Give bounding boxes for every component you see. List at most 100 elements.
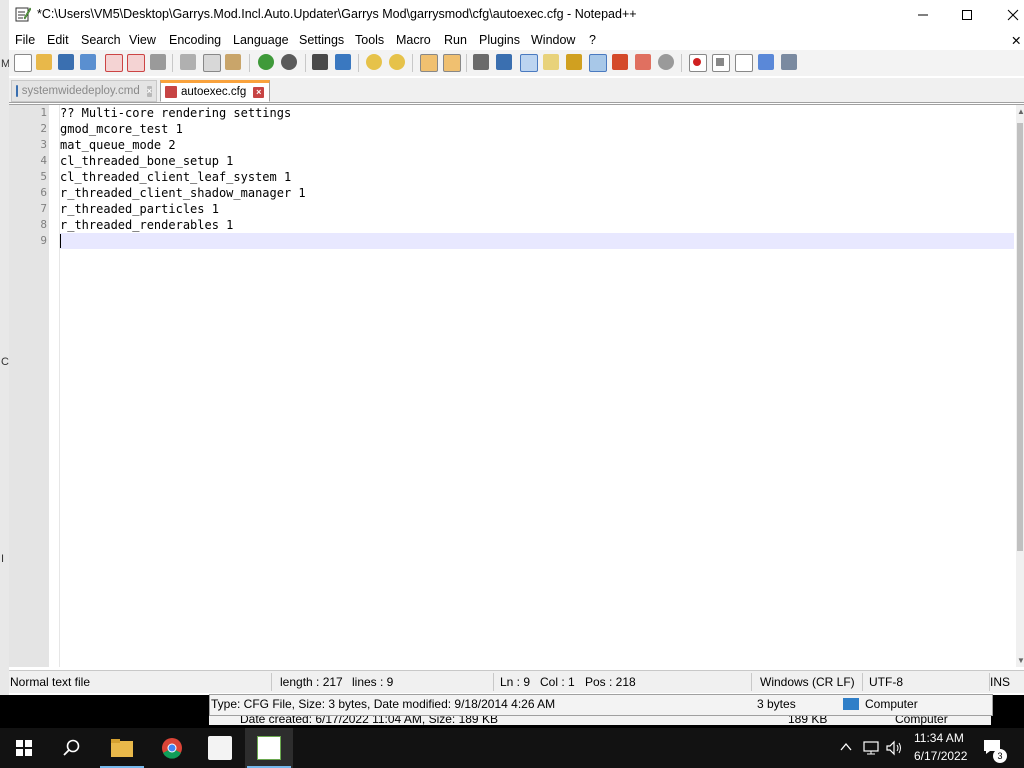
code-line[interactable]: mat_queue_mode 2 [60,137,1014,153]
menu-help[interactable]: ? [589,33,596,47]
run-macro-multiple-icon[interactable] [758,54,774,70]
zoom-out-icon[interactable] [389,54,405,70]
minimize-icon [918,14,928,16]
replace-icon[interactable] [335,54,351,70]
sync-vertical-icon[interactable] [420,54,438,72]
start-button[interactable] [0,728,48,768]
network-icon[interactable] [863,740,881,756]
maximize-icon [962,10,972,20]
print-icon[interactable] [150,54,166,70]
save-icon[interactable] [58,54,74,70]
menu-tools[interactable]: Tools [355,33,384,47]
menu-plugins[interactable]: Plugins [479,33,520,47]
computer-icon [843,698,859,710]
close-all-icon[interactable] [127,54,145,72]
find-icon[interactable] [312,54,328,70]
copy-icon[interactable] [203,54,221,72]
editor-area[interactable]: 1 2 3 4 5 6 7 8 9 ?? Multi-core renderin… [9,104,1024,667]
monitoring-icon[interactable] [658,54,674,70]
desktop-glyph: C [1,356,9,368]
line-number: 8 [40,218,47,231]
menu-search[interactable]: Search [81,33,121,47]
tab-label: autoexec.cfg [181,86,247,98]
file-explorer-icon [111,739,133,757]
scroll-up-icon[interactable]: ▲ [1017,107,1024,116]
menu-view[interactable]: View [129,33,156,47]
menu-macro[interactable]: Macro [396,33,431,47]
status-insert-mode: INS [990,675,1011,689]
tab-autoexec[interactable]: autoexec.cfg × [160,80,270,102]
code-line[interactable]: r_threaded_renderables 1 [60,217,1014,233]
stop-macro-icon[interactable] [712,54,730,72]
redo-icon[interactable] [281,54,297,70]
status-col: Col : 1 [540,675,575,689]
close-icon[interactable] [105,54,123,72]
record-macro-icon[interactable] [689,54,707,72]
indent-guide-icon[interactable] [520,54,538,72]
line-number: 4 [40,154,47,167]
menu-settings[interactable]: Settings [299,33,344,47]
word-wrap-icon[interactable] [473,54,489,70]
tab-close-icon[interactable]: × [146,85,152,97]
clock-date[interactable]: 6/17/2022 [914,749,967,763]
menu-language[interactable]: Language [233,33,289,47]
menu-run[interactable]: Run [444,33,467,47]
user-language-icon[interactable] [543,54,559,70]
status-eol: Windows (CR LF) [760,675,855,689]
code-line[interactable]: cl_threaded_bone_setup 1 [60,153,1014,169]
title-bar[interactable]: *C:\Users\VM5\Desktop\Garrys.Mod.Incl.Au… [9,0,1024,30]
show-all-chars-icon[interactable] [496,54,512,70]
menu-close-doc-icon[interactable]: ✕ [1011,33,1021,48]
code-line[interactable] [60,233,1014,249]
doc-map-icon[interactable] [566,54,582,70]
code-line[interactable]: r_threaded_particles 1 [60,201,1014,217]
desktop-background-strip: M C I [0,0,10,695]
undo-icon[interactable] [258,54,274,70]
line-number: 6 [40,186,47,199]
taskbar-file-explorer[interactable] [98,728,146,768]
scroll-down-icon[interactable]: ▼ [1017,656,1024,665]
save-macro-icon[interactable] [781,54,797,70]
scrollbar-thumb[interactable] [1017,123,1023,551]
doc-switcher-icon[interactable] [635,54,651,70]
folder-workspace-icon[interactable] [612,54,628,70]
minimize-button[interactable] [900,0,946,30]
taskbar-chrome[interactable] [148,728,196,768]
start-icon [16,740,32,756]
search-button[interactable] [48,728,96,768]
volume-icon[interactable] [886,740,904,756]
menu-window[interactable]: Window [531,33,575,47]
menu-file[interactable]: File [15,33,35,47]
new-file-icon[interactable] [14,54,32,72]
tab-close-icon[interactable]: × [253,86,265,98]
zoom-in-icon[interactable] [366,54,382,70]
code-line[interactable]: r_threaded_client_shadow_manager 1 [60,185,1014,201]
save-all-icon[interactable] [80,54,96,70]
open-file-icon[interactable] [36,54,52,70]
chevron-up-icon[interactable] [840,742,852,752]
maximize-button[interactable] [944,0,990,30]
line-number: 7 [40,202,47,215]
function-list-icon[interactable] [589,54,607,72]
explorer-tooltip: Type: CFG File, Size: 3 bytes, Date modi… [209,694,993,716]
notepadpp-window: *C:\Users\VM5\Desktop\Garrys.Mod.Incl.Au… [9,0,1024,695]
close-button[interactable] [990,0,1024,30]
menu-edit[interactable]: Edit [47,33,69,47]
notepadpp-icon [257,736,281,760]
play-macro-icon[interactable] [735,54,753,72]
clock-time[interactable]: 11:34 AM [914,731,964,745]
tab-systemwidedeploy[interactable]: systemwidedeploy.cmd × [11,80,157,102]
tooltip-location: Computer [865,697,918,711]
taskbar-notepadpp[interactable] [245,728,293,768]
code-line[interactable]: gmod_mcore_test 1 [60,121,1014,137]
paste-icon[interactable] [225,54,241,70]
code-line[interactable]: cl_threaded_client_leaf_system 1 [60,169,1014,185]
menu-encoding[interactable]: Encoding [169,33,221,47]
sync-horizontal-icon[interactable] [443,54,461,72]
code-line[interactable]: ?? Multi-core rendering settings [60,105,1014,121]
editor-text[interactable]: ?? Multi-core rendering settings gmod_mc… [60,105,1014,249]
file-icon [16,85,18,97]
taskbar-java[interactable] [196,728,244,768]
status-filetype: Normal text file [10,675,91,689]
cut-icon[interactable] [180,54,196,70]
